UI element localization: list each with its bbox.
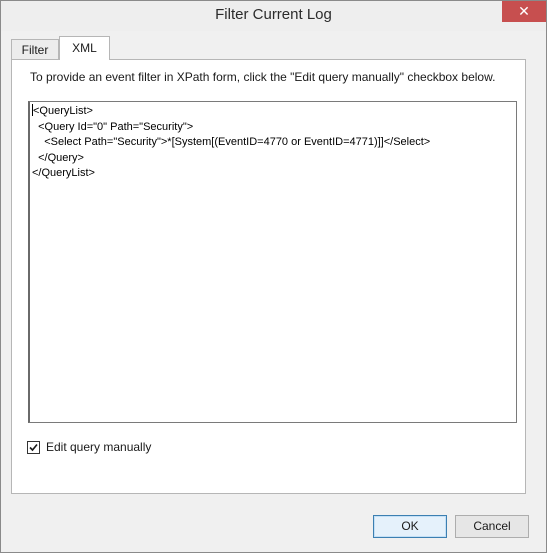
dialog-client-area: Filter XML To provide an event filter in… <box>1 31 546 552</box>
xml-line: <QueryList> <box>32 104 93 117</box>
filter-current-log-dialog: Filter Current Log ✕ Filter XML To provi… <box>0 0 547 553</box>
close-icon: ✕ <box>518 3 530 19</box>
window-title: Filter Current Log <box>215 6 332 23</box>
xml-line: <Select Path="Security">*[System[(EventI… <box>32 136 431 148</box>
title-bar[interactable]: Filter Current Log ✕ <box>1 1 546 31</box>
cancel-button[interactable]: Cancel <box>455 515 529 538</box>
close-button[interactable]: ✕ <box>502 1 546 22</box>
tab-xml[interactable]: XML <box>59 36 110 60</box>
xml-tab-panel: To provide an event filter in XPath form… <box>11 59 526 494</box>
edit-query-manually-label[interactable]: Edit query manually <box>46 440 151 454</box>
ok-button[interactable]: OK <box>373 515 447 538</box>
tab-filter[interactable]: Filter <box>11 39 59 59</box>
edit-query-manually-checkbox[interactable] <box>27 441 40 454</box>
xml-line: </QueryList> <box>32 167 95 179</box>
xml-line: <Query Id="0" Path="Security"> <box>32 120 194 133</box>
xml-query-editor[interactable]: <QueryList> <Query Id="0" Path="Security… <box>28 101 517 423</box>
xml-line: </Query> <box>32 151 84 164</box>
checkmark-icon <box>29 443 38 452</box>
instructions-text: To provide an event filter in XPath form… <box>30 70 496 84</box>
